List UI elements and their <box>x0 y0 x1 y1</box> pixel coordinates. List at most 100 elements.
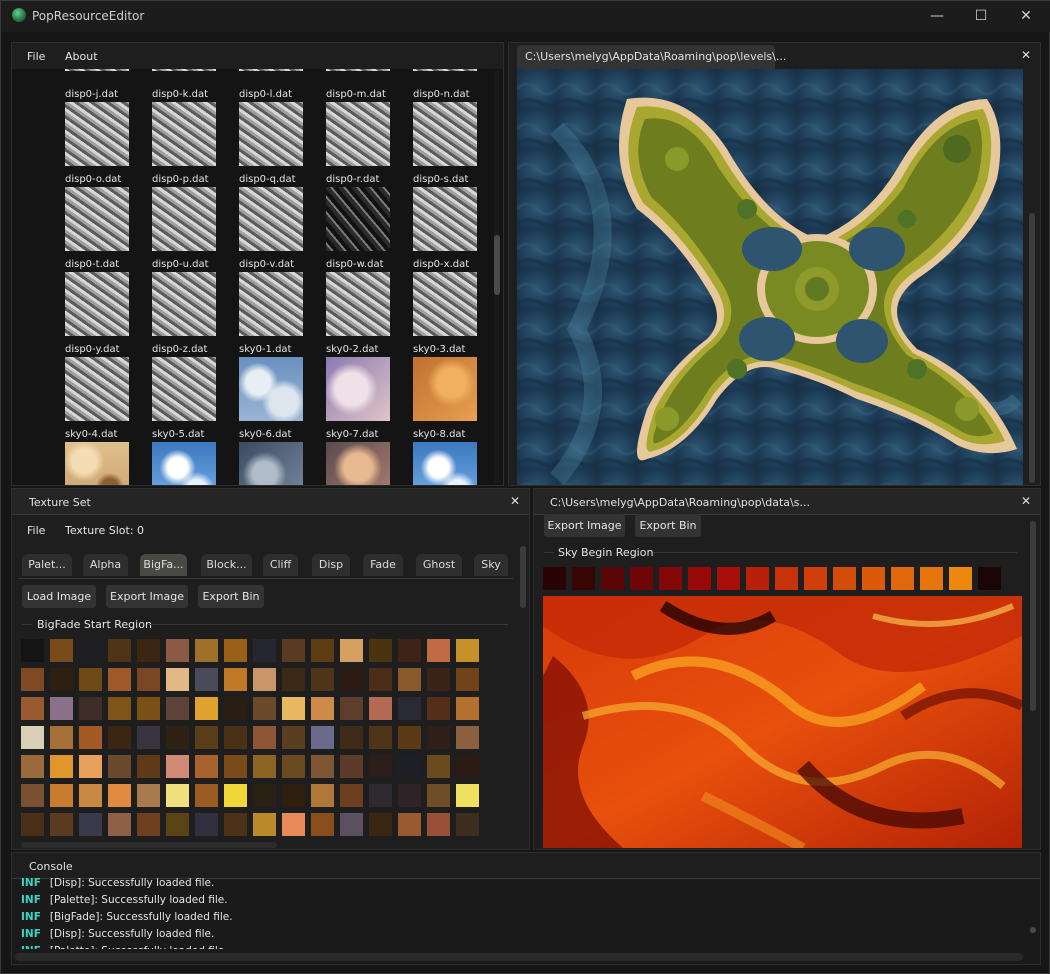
palette-swatch[interactable] <box>79 755 102 778</box>
sky-palette-swatch[interactable] <box>630 567 653 590</box>
palette-swatch[interactable] <box>311 813 334 836</box>
palette-swatch[interactable] <box>21 697 44 720</box>
sky-palette-swatch[interactable] <box>862 567 885 590</box>
palette-swatch[interactable] <box>108 668 131 691</box>
thumbnail-image[interactable] <box>413 187 477 251</box>
palette-swatch[interactable] <box>282 813 305 836</box>
sky-export-bin-button[interactable]: Export Bin <box>635 514 701 537</box>
palette-swatch[interactable] <box>21 755 44 778</box>
subtab-fade[interactable]: Fade <box>363 554 403 576</box>
palette-swatch[interactable] <box>427 784 450 807</box>
palette-swatch[interactable] <box>137 639 160 662</box>
palette-swatch[interactable] <box>21 639 44 662</box>
subtab-block[interactable]: Block... <box>201 554 252 576</box>
palette-swatch[interactable] <box>224 726 247 749</box>
palette-swatch[interactable] <box>427 697 450 720</box>
palette-swatch[interactable] <box>340 755 363 778</box>
palette-swatch[interactable] <box>79 784 102 807</box>
palette-swatch[interactable] <box>195 639 218 662</box>
palette-swatch[interactable] <box>456 697 479 720</box>
thumbnail-image[interactable] <box>152 69 216 71</box>
export-bin-button[interactable]: Export Bin <box>198 585 264 608</box>
palette-swatch[interactable] <box>253 784 276 807</box>
palette-swatch[interactable] <box>79 639 102 662</box>
load-image-button[interactable]: Load Image <box>22 585 96 608</box>
palette-swatch[interactable] <box>50 639 73 662</box>
thumbnail-image[interactable] <box>239 442 303 485</box>
palette-swatch[interactable] <box>282 726 305 749</box>
palette-swatch[interactable] <box>21 726 44 749</box>
palette-swatch[interactable] <box>166 639 189 662</box>
subtab-alpha[interactable]: Alpha <box>83 554 128 576</box>
palette-swatch[interactable] <box>369 726 392 749</box>
palette-swatch[interactable] <box>456 668 479 691</box>
export-image-button[interactable]: Export Image <box>106 585 188 608</box>
subtab-disp[interactable]: Disp <box>312 554 350 576</box>
palette-swatch[interactable] <box>311 784 334 807</box>
thumbnail-image[interactable] <box>65 357 129 421</box>
palette-swatch[interactable] <box>456 784 479 807</box>
thumbnail-image[interactable] <box>152 442 216 485</box>
palette-swatch[interactable] <box>398 755 421 778</box>
palette-swatch[interactable] <box>108 697 131 720</box>
palette-swatch[interactable] <box>224 639 247 662</box>
thumbnail-image[interactable] <box>326 102 390 166</box>
sky-palette-swatch[interactable] <box>804 567 827 590</box>
palette-swatch[interactable] <box>369 697 392 720</box>
palette-swatch[interactable] <box>166 726 189 749</box>
browser-scroll-thumb[interactable] <box>494 235 500 295</box>
thumbnail-image[interactable] <box>413 442 477 485</box>
thumbnail-image[interactable] <box>326 272 390 336</box>
palette-swatch[interactable] <box>282 784 305 807</box>
console-hscroll-thumb[interactable] <box>15 953 1023 961</box>
palette-swatch[interactable] <box>340 639 363 662</box>
palette-swatch[interactable] <box>166 784 189 807</box>
thumbnail-image[interactable] <box>239 69 303 71</box>
thumbnail-image[interactable] <box>65 102 129 166</box>
sky-palette-swatch[interactable] <box>659 567 682 590</box>
thumbnail-image[interactable] <box>239 272 303 336</box>
browser-menu-file[interactable]: File <box>27 50 45 63</box>
palette-swatch[interactable] <box>166 755 189 778</box>
sky-palette-swatch[interactable] <box>746 567 769 590</box>
palette-swatch[interactable] <box>398 784 421 807</box>
palette-swatch[interactable] <box>311 697 334 720</box>
palette-swatch[interactable] <box>398 726 421 749</box>
thumbnail-image[interactable] <box>326 357 390 421</box>
palette-swatch[interactable] <box>195 813 218 836</box>
sky-palette-swatch[interactable] <box>978 567 1001 590</box>
palette-swatch[interactable] <box>195 755 218 778</box>
palette-swatch[interactable] <box>369 813 392 836</box>
subtab-ghost[interactable]: Ghost <box>416 554 462 576</box>
palette-swatch[interactable] <box>398 668 421 691</box>
palette-swatch[interactable] <box>108 784 131 807</box>
palette-swatch[interactable] <box>427 755 450 778</box>
palette-swatch[interactable] <box>253 697 276 720</box>
texture-scroll-thumb[interactable] <box>520 546 526 608</box>
level-scroll-thumb[interactable] <box>1029 213 1035 483</box>
thumbnail-image[interactable] <box>152 272 216 336</box>
palette-swatch[interactable] <box>224 668 247 691</box>
palette-swatch[interactable] <box>282 697 305 720</box>
palette-swatch[interactable] <box>340 813 363 836</box>
palette-swatch[interactable] <box>137 697 160 720</box>
palette-swatch[interactable] <box>369 755 392 778</box>
palette-swatch[interactable] <box>166 813 189 836</box>
palette-swatch[interactable] <box>311 755 334 778</box>
palette-swatch[interactable] <box>398 697 421 720</box>
palette-swatch[interactable] <box>50 784 73 807</box>
thumbnail-image[interactable] <box>152 357 216 421</box>
level-close-icon[interactable]: ✕ <box>1021 48 1031 62</box>
console-scroll-thumb[interactable] <box>1030 927 1036 933</box>
thumbnail-image[interactable] <box>152 187 216 251</box>
sky-palette-swatch[interactable] <box>833 567 856 590</box>
sky-palette-swatch[interactable] <box>920 567 943 590</box>
palette-swatch[interactable] <box>398 639 421 662</box>
palette-swatch[interactable] <box>195 668 218 691</box>
palette-swatch[interactable] <box>456 639 479 662</box>
palette-swatch[interactable] <box>21 813 44 836</box>
palette-swatch[interactable] <box>427 639 450 662</box>
palette-swatch[interactable] <box>253 726 276 749</box>
palette-swatch[interactable] <box>427 726 450 749</box>
palette-swatch[interactable] <box>427 668 450 691</box>
